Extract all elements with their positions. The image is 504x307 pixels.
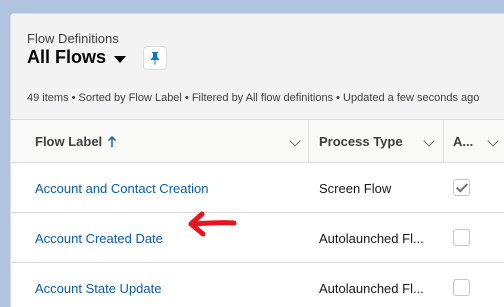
column-header-flow-label[interactable]: Flow Label — [35, 120, 117, 163]
table-row: Account and Contact Creation Screen Flow — [11, 163, 504, 213]
active-checkbox — [453, 229, 470, 246]
column-label: Process Type — [319, 134, 403, 149]
list-view-header: Flow Definitions All Flows 49 items • So… — [11, 14, 504, 120]
chevron-down-icon[interactable] — [423, 135, 435, 147]
object-label: Flow Definitions — [27, 31, 119, 46]
table-header: Flow Label Process Type A... — [11, 120, 504, 163]
active-checkbox — [453, 279, 470, 296]
column-divider[interactable] — [308, 120, 309, 163]
process-type-cell: Screen Flow — [319, 180, 392, 196]
chevron-down-icon[interactable] — [289, 135, 301, 147]
list-info-text: 49 items • Sorted by Flow Label • Filter… — [27, 92, 480, 104]
chevron-down-icon[interactable] — [487, 135, 499, 147]
arrow-up-icon[interactable] — [108, 136, 117, 147]
flow-label-link[interactable]: Account and Contact Creation — [35, 163, 208, 213]
column-header-active[interactable]: A... — [453, 120, 473, 163]
process-type-cell: Autolaunched Fl... — [319, 280, 424, 296]
column-label: A... — [453, 134, 474, 149]
process-type-cell: Autolaunched Fl... — [319, 230, 424, 246]
list-view-picker[interactable]: All Flows — [27, 47, 127, 68]
flow-label-link[interactable]: Account Created Date — [35, 213, 163, 263]
active-checkbox — [453, 179, 470, 196]
pin-button[interactable] — [143, 46, 167, 70]
column-divider[interactable] — [443, 120, 444, 163]
flow-label-link[interactable]: Account State Update — [35, 263, 161, 307]
table-row: Account Created Date Autolaunched Fl... — [11, 213, 504, 263]
arrow-left-annotation — [188, 211, 237, 237]
column-header-process-type[interactable]: Process Type — [319, 120, 403, 163]
column-label: Flow Label — [35, 134, 103, 149]
table-row: Account State Update Autolaunched Fl... — [11, 263, 504, 307]
chevron-down-icon[interactable] — [114, 55, 127, 63]
list-view-card: Flow Definitions All Flows 49 items • So… — [10, 13, 504, 307]
pin-icon — [151, 52, 159, 65]
list-view-title[interactable]: All Flows — [27, 47, 106, 68]
